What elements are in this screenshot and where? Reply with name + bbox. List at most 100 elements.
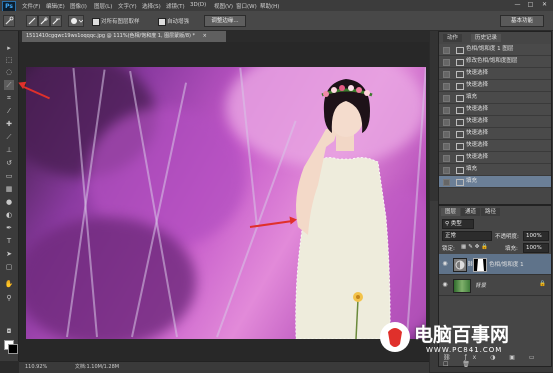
menu-file[interactable]: 文件(F) [22, 2, 40, 10]
tab-history[interactable]: 历史记录 [471, 34, 502, 42]
eraser-icon[interactable]: ▭ [4, 171, 14, 181]
zoom-icon[interactable]: ⚲ [4, 293, 14, 303]
background-color-swatch[interactable] [8, 344, 18, 354]
history-item[interactable]: 色相/饱和度 1 图层 [439, 44, 551, 56]
history-item[interactable]: 填充 [439, 176, 551, 188]
menu-image[interactable]: 图像(I) [70, 2, 87, 10]
new-selection-icon[interactable] [26, 15, 38, 27]
quick-select-icon [456, 131, 464, 138]
history-brush-source-icon[interactable] [443, 59, 450, 66]
history-brush-source-icon[interactable] [443, 107, 450, 114]
quick-select-icon[interactable]: ⟋ [4, 80, 14, 90]
lock-label: 锁定: [442, 246, 455, 252]
quick-select-tool-preset-icon[interactable] [3, 15, 15, 27]
eye-icon[interactable]: ◉ [441, 281, 449, 289]
close-window-button[interactable]: ✕ [539, 1, 550, 9]
history-item[interactable]: 填充 [439, 164, 551, 176]
history-list: 色相/饱和度 1 图层 修改色相/饱和度图层 快速选择 快速选择 填充 快速选择 快速选择快… [439, 44, 551, 188]
fill-field[interactable]: 100% [523, 243, 549, 253]
menu-view[interactable]: 视图(V) [214, 2, 233, 10]
type-icon[interactable]: T [4, 236, 14, 246]
eyedropper-icon[interactable]: ⁄ [4, 106, 14, 116]
history-brush-source-icon[interactable] [443, 131, 450, 138]
document-tab-close-icon[interactable]: × [203, 33, 207, 39]
lock-icons[interactable]: ▦✎✥🔒 [461, 244, 490, 250]
history-brush-source-icon[interactable] [443, 95, 450, 102]
layer-name: 色相/饱和度 1 [489, 262, 524, 268]
sample-all-layers-checkbox[interactable] [92, 18, 100, 26]
tab-actions[interactable]: 动作 [443, 34, 463, 42]
quick-select-icon [456, 143, 464, 150]
brush-size-glyph [71, 18, 84, 24]
minimize-button[interactable]: — [512, 1, 523, 9]
layer-row-background[interactable]: ◉ 背景 🔒 [439, 275, 551, 296]
path-select-icon[interactable]: ➤ [4, 249, 14, 259]
dodge-icon[interactable]: ◐ [4, 210, 14, 220]
opacity-field[interactable]: 100% [523, 231, 549, 241]
history-item-label: 填充 [466, 94, 478, 100]
history-item[interactable]: 快速选择 [439, 152, 551, 164]
add-to-selection-icon[interactable] [38, 15, 50, 27]
menu-edit[interactable]: 编辑(E) [46, 2, 65, 10]
menu-filter[interactable]: 滤镜(T) [166, 2, 185, 10]
hand-icon[interactable]: ✋ [4, 279, 14, 289]
zoom-level[interactable]: 110.92% [25, 364, 47, 370]
restore-button[interactable]: □ [525, 1, 536, 9]
history-brush-source-icon[interactable] [443, 143, 450, 150]
history-item[interactable]: 填充 [439, 92, 551, 104]
blend-mode-select[interactable]: 正常 [442, 231, 492, 241]
tab-layers[interactable]: 图层 [441, 208, 461, 216]
history-item[interactable]: 快速选择 [439, 80, 551, 92]
brush-icon[interactable]: ⟋ [4, 132, 14, 142]
menu-type[interactable]: 文字(Y) [118, 2, 137, 10]
menu-window[interactable]: 窗口(W) [236, 2, 257, 10]
marquee-icon[interactable]: ⬚ [4, 55, 14, 65]
history-item[interactable]: 快速选择 [439, 128, 551, 140]
pen-icon[interactable]: ✒ [4, 223, 14, 233]
history-item[interactable]: 快速选择 [439, 116, 551, 128]
options-bar: 对所有图层取样 自动增强 调整边缘... 基本功能 [0, 11, 553, 31]
tab-channels[interactable]: 通道 [461, 208, 481, 216]
layer-row-hue-saturation[interactable]: ◉ ⛓ 色相/饱和度 1 [439, 254, 551, 275]
auto-enhance-checkbox[interactable] [158, 18, 166, 26]
woman-figure [295, 79, 391, 339]
gradient-icon[interactable]: ▦ [4, 184, 14, 194]
history-brush-source-icon[interactable] [443, 179, 450, 186]
history-item[interactable]: 快速选择 [439, 68, 551, 80]
shape-icon[interactable]: ▢ [4, 262, 14, 272]
history-item[interactable]: 快速选择 [439, 140, 551, 152]
brush-size-picker[interactable] [68, 15, 84, 27]
clone-icon[interactable]: ⊥ [4, 145, 14, 155]
workspace-switcher[interactable]: 基本功能 [500, 15, 544, 27]
menu-select[interactable]: 选择(S) [142, 2, 161, 10]
move-icon[interactable]: ▸ [4, 43, 14, 53]
menu-3d[interactable]: 3D(D) [190, 2, 206, 8]
crop-icon[interactable]: ⌗ [4, 93, 14, 103]
quick-mask-icon[interactable]: ◘ [4, 327, 14, 337]
history-item-label: 快速选择 [466, 130, 489, 136]
image-canvas[interactable] [26, 67, 426, 339]
eye-icon[interactable]: ◉ [441, 260, 449, 268]
history-brush-source-icon[interactable] [443, 83, 450, 90]
fill-icon [456, 95, 464, 102]
layer-filter-select[interactable]: ⚲ 类型 [442, 219, 474, 229]
healing-icon[interactable]: ✚ [4, 119, 14, 129]
sample-all-layers-label: 对所有图层取样 [101, 19, 140, 25]
tab-paths[interactable]: 路径 [481, 208, 501, 216]
lasso-icon[interactable]: ◌ [4, 67, 14, 77]
history-brush-source-icon[interactable] [443, 71, 450, 78]
history-brush-source-icon[interactable] [443, 155, 450, 162]
menu-help[interactable]: 帮助(H) [260, 2, 279, 10]
adjust-icon [456, 59, 464, 66]
refine-edge-button[interactable]: 调整边缘... [204, 15, 246, 27]
history-brush-source-icon[interactable] [443, 119, 450, 126]
history-brush-source-icon[interactable] [443, 167, 450, 174]
menu-layer[interactable]: 图层(L) [94, 2, 112, 10]
history-brush-source-icon[interactable] [443, 47, 450, 54]
history-brush-icon[interactable]: ↺ [4, 158, 14, 168]
blur-icon[interactable]: ● [4, 197, 14, 207]
history-item[interactable]: 修改色相/饱和度图层 [439, 56, 551, 68]
layer-mask-thumbnail[interactable] [473, 258, 487, 272]
subtract-from-selection-icon[interactable] [50, 15, 62, 27]
history-item[interactable]: 快速选择 [439, 104, 551, 116]
